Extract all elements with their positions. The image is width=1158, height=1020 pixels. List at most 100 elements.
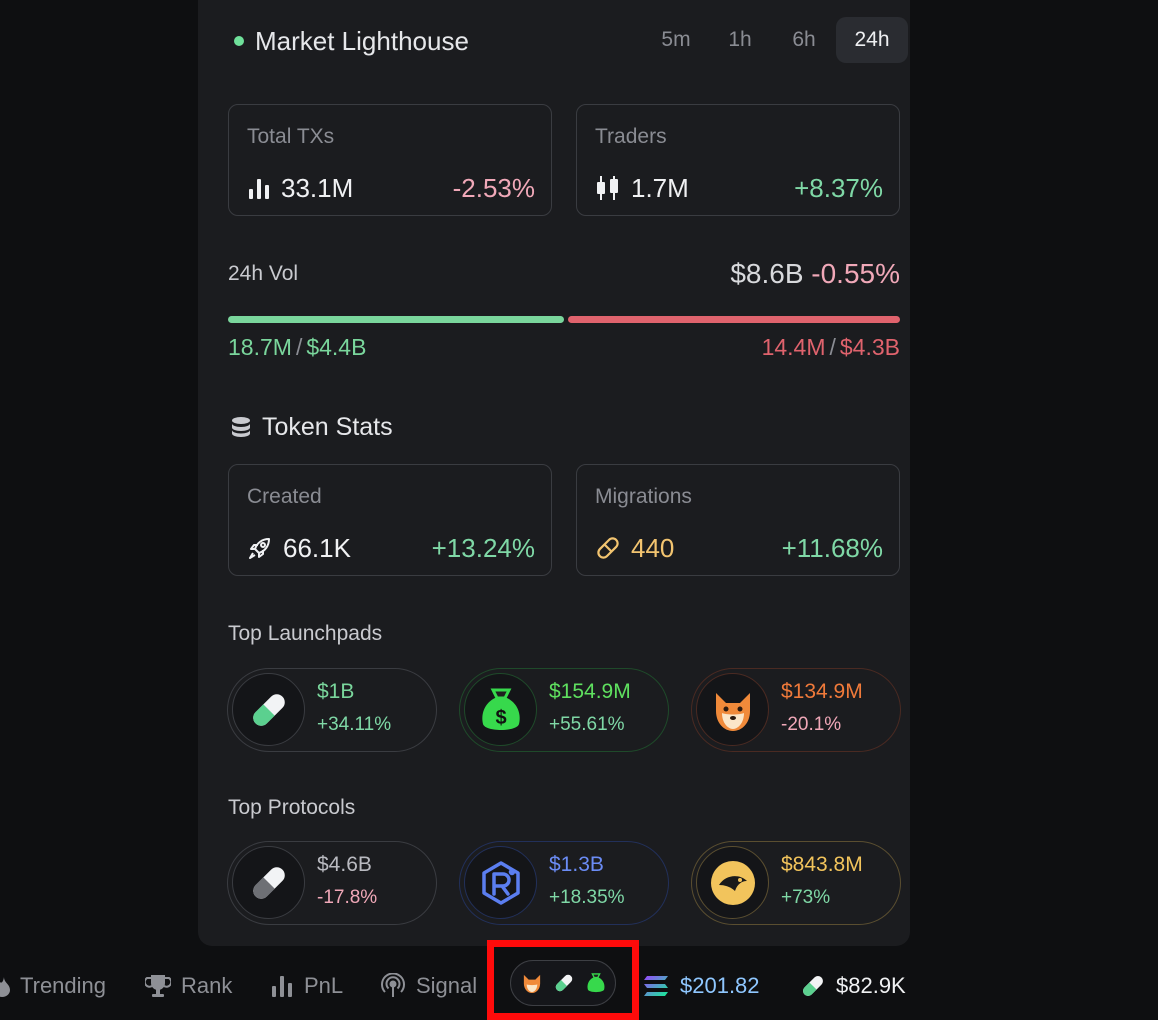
nav-signal-label: Signal: [416, 973, 478, 998]
total-txs-label: Total TXs: [247, 125, 335, 148]
migrations-value-row: 440: [595, 529, 674, 567]
status-dot: [234, 36, 244, 46]
launchpad-amount: $134.9M: [781, 680, 863, 703]
protocol-amount: $4.6B: [317, 853, 372, 876]
pill-value-text: $82.9K: [836, 973, 906, 998]
launchpad-change: -20.1%: [781, 714, 842, 735]
tab-24h[interactable]: 24h: [836, 17, 908, 63]
protocol-icon-wrap: [464, 846, 537, 919]
migrations-value: 440: [631, 532, 675, 563]
nav-signal[interactable]: Signal: [380, 968, 477, 1004]
protocol-icon-wrap: [696, 846, 769, 919]
protocol-amount: $843.8M: [781, 853, 863, 876]
launchpads-title: Top Launchpads: [228, 622, 383, 645]
sell-separator: /: [829, 334, 836, 360]
launchpad-item[interactable]: $1B +34.11%: [227, 668, 437, 752]
traders-value-row: 1.7M: [595, 169, 689, 207]
traders-label: Traders: [595, 125, 667, 148]
rocket-icon: [249, 538, 270, 559]
protocol-change: +73%: [781, 887, 831, 908]
protocol-item[interactable]: $843.8M +73%: [691, 841, 901, 925]
solana-icon: [644, 976, 668, 996]
sell-count: 14.4M: [761, 334, 826, 360]
raydium-icon: [481, 860, 520, 905]
pill-icon: [803, 976, 823, 996]
buy-volume-bar: [228, 316, 564, 323]
timeframe-tabs: 5m 1h 6h 24h: [644, 17, 908, 63]
money-bag-icon: $: [481, 688, 520, 730]
pill-icon: [252, 693, 285, 726]
buy-volume-stats: 18.7M / $4.4B: [228, 334, 366, 361]
traders-value: 1.7M: [631, 172, 689, 203]
traders-card: Traders 1.7M +8.37%: [576, 104, 900, 216]
nav-trending-label: Trending: [20, 973, 107, 998]
trophy-icon: [145, 975, 171, 997]
sell-volume-stats: 14.4M / $4.3B: [762, 334, 900, 361]
volume-change: -0.55%: [811, 258, 900, 289]
volume-label: 24h Vol: [228, 262, 299, 285]
protocols-title: Top Protocols: [228, 796, 356, 819]
nav-rank-label: Rank: [181, 973, 233, 998]
launchpad-change: +55.61%: [549, 714, 625, 735]
launchpad-icon-wrap: [696, 673, 769, 746]
volume-total: $8.6B: [730, 258, 804, 289]
bar-chart-icon: [249, 179, 269, 199]
created-label: Created: [247, 485, 322, 508]
launchpad-amount: $1B: [317, 680, 355, 703]
volume-total-row: $8.6B -0.55%: [730, 258, 900, 290]
total-txs-change: -2.53%: [452, 173, 535, 203]
created-card: Created 66.1K +13.24%: [228, 464, 552, 576]
total-txs-card: Total TXs 33.1M -2.53%: [228, 104, 552, 216]
protocol-amount: $1.3B: [549, 853, 604, 876]
launchpad-item[interactable]: $ $154.9M +55.61%: [459, 668, 669, 752]
bird-coin-icon: [710, 860, 755, 905]
created-value: 66.1K: [283, 532, 351, 563]
nav-pnl-label: PnL: [304, 973, 344, 998]
migrations-label: Migrations: [595, 485, 692, 508]
sell-amount: $4.3B: [839, 334, 900, 360]
created-value-row: 66.1K: [247, 529, 351, 567]
sol-price-value: $201.82: [680, 973, 760, 998]
pill-gray-icon: [252, 866, 285, 899]
tab-6h[interactable]: 6h: [772, 17, 836, 63]
market-lighthouse-panel: Market Lighthouse 5m 1h 6h 24h Total TXs…: [198, 0, 910, 946]
highlight-box: [487, 940, 639, 1020]
pill-value[interactable]: $82.9K: [800, 968, 906, 1004]
launchpad-amount: $154.9M: [549, 680, 631, 703]
protocol-item[interactable]: $4.6B -17.8%: [227, 841, 437, 925]
protocol-item[interactable]: $1.3B +18.35%: [459, 841, 669, 925]
nav-trending[interactable]: Trending: [0, 968, 106, 1004]
shiba-icon: [715, 692, 750, 731]
panel-title: Market Lighthouse: [255, 25, 469, 56]
launchpad-icon-wrap: [232, 673, 305, 746]
protocol-change: -17.8%: [317, 887, 378, 908]
protocol-change: +18.35%: [549, 887, 625, 908]
protocol-icon-wrap: [232, 846, 305, 919]
buy-count: 18.7M: [228, 334, 292, 360]
migrations-card: Migrations 440 +11.68%: [576, 464, 900, 576]
traders-change: +8.37%: [794, 173, 883, 203]
nav-rank[interactable]: Rank: [145, 968, 232, 1004]
candlestick-icon: [597, 176, 618, 200]
bar-chart-icon: [272, 976, 292, 997]
tab-5m[interactable]: 5m: [644, 17, 708, 63]
sell-volume-bar: [568, 316, 900, 323]
tab-1h[interactable]: 1h: [708, 17, 772, 63]
created-change: +13.24%: [431, 533, 535, 563]
launchpad-item[interactable]: $134.9M -20.1%: [691, 668, 901, 752]
nav-pnl[interactable]: PnL: [270, 968, 343, 1004]
sol-price[interactable]: $201.82: [642, 968, 760, 1004]
panel-header: Market Lighthouse: [234, 22, 469, 60]
broadcast-icon: [381, 973, 405, 997]
database-icon: [232, 417, 250, 437]
total-txs-value-row: 33.1M: [247, 169, 353, 207]
pill-outline-icon: [597, 537, 619, 559]
launchpad-change: +34.11%: [317, 714, 392, 735]
token-stats-title: Token Stats: [262, 412, 393, 441]
token-stats-header: Token Stats: [230, 410, 393, 444]
migrations-change: +11.68%: [781, 533, 883, 563]
buy-amount: $4.4B: [306, 334, 367, 360]
buy-separator: /: [295, 334, 303, 360]
total-txs-value: 33.1M: [281, 172, 354, 203]
flame-icon: [0, 977, 10, 997]
